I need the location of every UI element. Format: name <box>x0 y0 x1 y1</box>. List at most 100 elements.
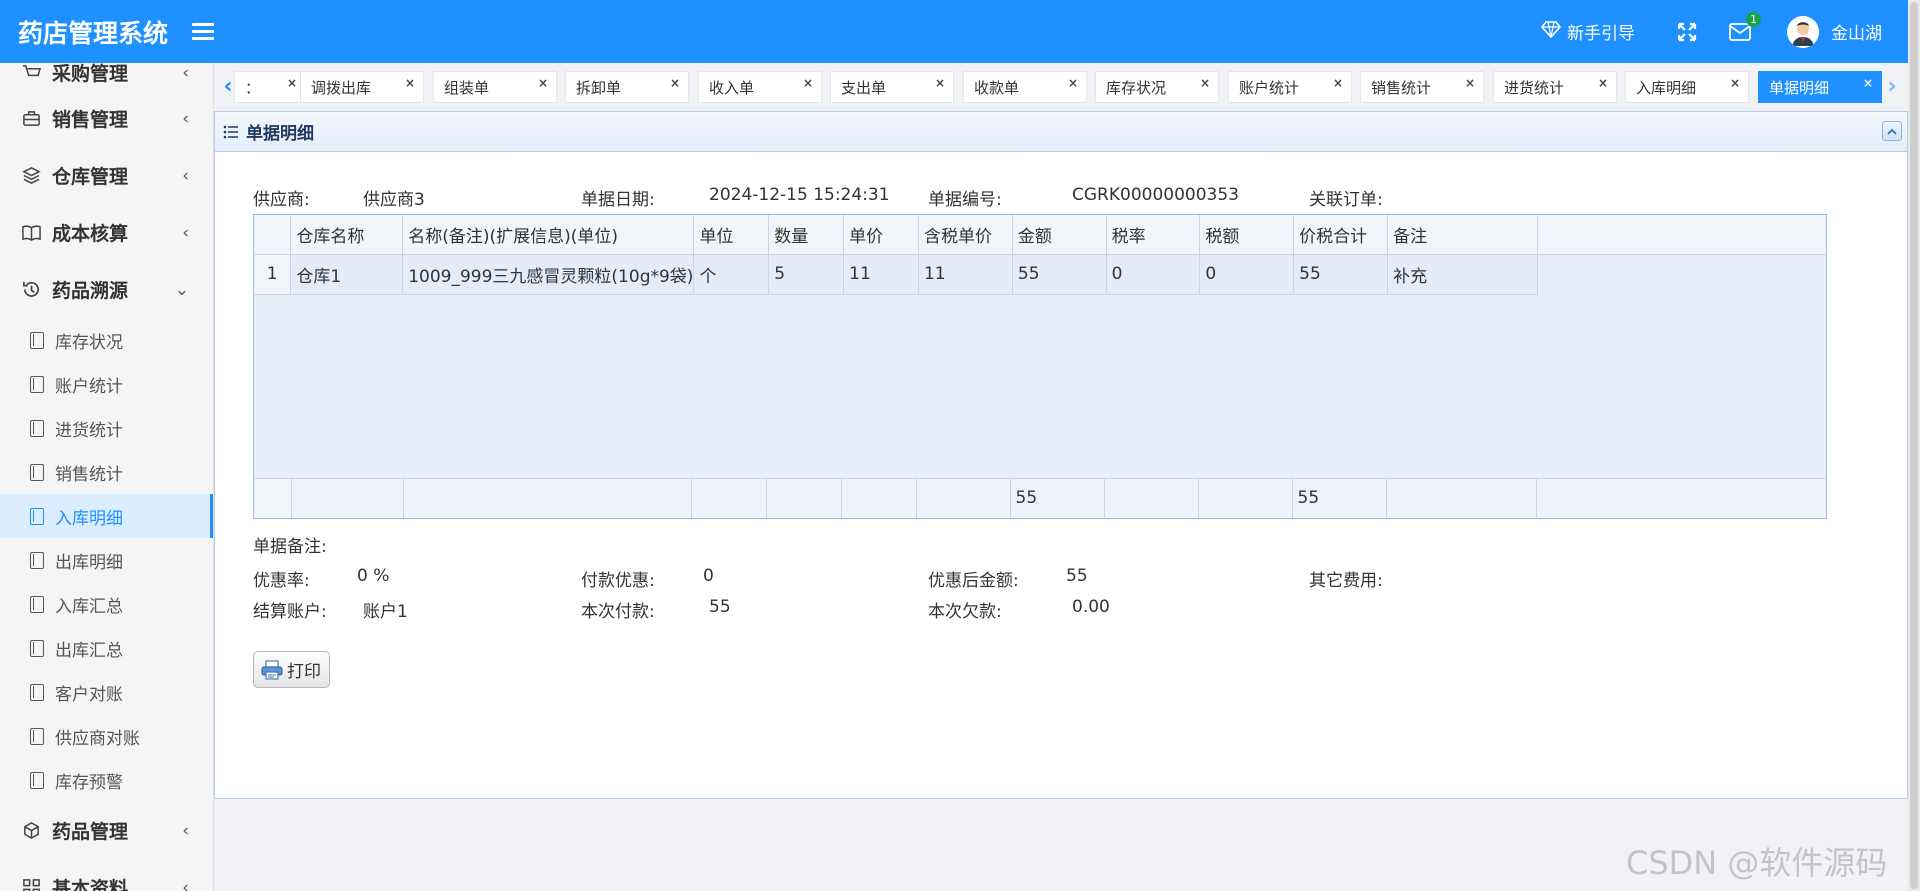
sidebar-item-supplier-reconcile[interactable]: 供应商对账 <box>0 714 213 758</box>
collapse-button[interactable] <box>1882 121 1902 141</box>
chevron-left-icon: ‹ <box>182 108 189 129</box>
close-icon[interactable]: × <box>1465 76 1475 90</box>
after-discount-label: 优惠后金额: <box>928 571 1019 591</box>
tab-account-stats[interactable]: 账户统计 × <box>1228 71 1352 103</box>
sidebar-item-stock-status[interactable]: 库存状况 <box>0 318 213 362</box>
cart-icon <box>20 63 42 82</box>
footer-cell <box>691 477 767 518</box>
diamond-icon <box>1540 19 1562 44</box>
mail-icon[interactable]: 1 <box>1729 11 1761 41</box>
tab-receipt[interactable]: 收款单 × <box>963 71 1087 103</box>
column-header[interactable]: 数量 <box>768 215 845 255</box>
tab-assembly[interactable]: 组装单 × <box>433 71 557 103</box>
chevron-left-icon: ‹ <box>182 877 189 891</box>
payment-discount-label: 付款优惠: <box>581 571 655 591</box>
close-icon[interactable]: × <box>405 76 415 90</box>
column-header[interactable]: 税额 <box>1199 215 1295 255</box>
tabs-next-icon[interactable]: › <box>1882 75 1902 99</box>
tab-bill-detail[interactable]: 单据明细 × <box>1758 71 1882 103</box>
sidebar-item-inbound-summary[interactable]: 入库汇总 <box>0 582 213 626</box>
sidebar-group-purchase[interactable]: 采购管理 ‹ <box>0 63 213 90</box>
close-icon[interactable]: × <box>670 76 680 90</box>
footer-cell <box>766 477 842 518</box>
tab-expense[interactable]: 支出单 × <box>830 71 954 103</box>
sidebar-group-trace[interactable]: 药品溯源 ⌄ <box>0 261 213 318</box>
sidebar-item-outbound-summary[interactable]: 出库汇总 <box>0 626 213 670</box>
document-icon <box>30 463 44 481</box>
tab-inbound-detail[interactable]: 入库明细 × <box>1625 71 1749 103</box>
sidebar-item-label: 库存状况 <box>55 332 123 353</box>
close-icon[interactable]: × <box>1598 76 1608 90</box>
close-icon[interactable]: × <box>1068 76 1078 90</box>
paid-label: 本次付款: <box>581 602 655 622</box>
sidebar-item-inbound-detail[interactable]: 入库明细 <box>0 494 213 538</box>
guide-button[interactable]: 新手引导 <box>1540 19 1635 44</box>
tab-truncated[interactable]: ： × <box>234 71 306 103</box>
page-scrollbar[interactable] <box>1908 0 1920 891</box>
table-cell: 55 <box>1293 254 1389 295</box>
close-icon[interactable]: × <box>287 76 297 90</box>
app-title: 药店管理系统 <box>18 18 169 48</box>
column-header[interactable]: 单价 <box>843 215 919 255</box>
table-cell: 55 <box>1012 254 1107 295</box>
close-icon[interactable]: × <box>803 76 813 90</box>
guide-label: 新手引导 <box>1567 24 1635 44</box>
sidebar-group-sales[interactable]: 销售管理 ‹ <box>0 90 213 147</box>
cube-icon <box>20 821 42 840</box>
sidebar-group-warehouse[interactable]: 仓库管理 ‹ <box>0 147 213 204</box>
remark-label: 单据备注: <box>253 537 327 557</box>
sidebar-group-label: 采购管理 <box>52 63 129 85</box>
column-header[interactable]: 仓库名称 <box>290 215 404 255</box>
briefcase-icon <box>20 109 42 128</box>
column-header[interactable]: 备注 <box>1387 215 1538 255</box>
payment-discount-value: 0 <box>703 566 714 586</box>
tab-label: 收款单 <box>974 78 1020 97</box>
tab-income[interactable]: 收入单 × <box>698 71 822 103</box>
menu-toggle-icon[interactable] <box>192 23 214 40</box>
close-icon[interactable]: × <box>1863 76 1873 90</box>
scrollbar-thumb[interactable] <box>1910 2 1918 889</box>
column-header[interactable]: 金额 <box>1012 215 1107 255</box>
sidebar-item-sales-stats[interactable]: 销售统计 <box>0 450 213 494</box>
sidebar-group-drugs[interactable]: 药品管理 ‹ <box>0 802 213 859</box>
close-icon[interactable]: × <box>538 76 548 90</box>
print-button[interactable]: 打印 <box>253 651 330 688</box>
tab-sales-stats[interactable]: 销售统计 × <box>1360 71 1484 103</box>
date-label: 单据日期: <box>581 190 655 210</box>
chevron-up-icon <box>1887 128 1897 135</box>
sidebar-item-customer-reconcile[interactable]: 客户对账 <box>0 670 213 714</box>
sidebar-group-basic[interactable]: 基本资料 ‹ <box>0 859 213 891</box>
history-icon <box>20 280 42 299</box>
sidebar-item-account-stats[interactable]: 账户统计 <box>0 362 213 406</box>
fullscreen-icon[interactable] <box>1677 22 1697 42</box>
footer-cell <box>841 477 917 518</box>
tab-label: 销售统计 <box>1371 78 1432 97</box>
tab-label: 进货统计 <box>1504 78 1565 97</box>
tab-transfer-out[interactable]: 调拨出库 × <box>300 71 424 103</box>
column-header[interactable]: 含税单价 <box>918 215 1013 255</box>
tab-disassembly[interactable]: 拆卸单 × <box>565 71 689 103</box>
close-icon[interactable]: × <box>1200 76 1210 90</box>
column-header[interactable]: 名称(备注)(扩展信息)(单位) <box>402 215 695 255</box>
column-header[interactable]: 税率 <box>1106 215 1201 255</box>
close-icon[interactable]: × <box>935 76 945 90</box>
bill-items-grid: 仓库名称 名称(备注)(扩展信息)(单位) 单位 数量 单价 含税单价 金额 税… <box>253 214 1827 519</box>
table-row[interactable]: 1 仓库1 1009_999三九感冒灵颗粒(10g*9袋) 个 5 11 11 … <box>254 254 1826 295</box>
sidebar-item-outbound-detail[interactable]: 出库明细 <box>0 538 213 582</box>
user-menu[interactable]: 金山湖 <box>1787 15 1882 48</box>
close-icon[interactable]: × <box>1333 76 1343 90</box>
column-header[interactable]: 价税合计 <box>1293 215 1389 255</box>
close-icon[interactable]: × <box>1730 76 1740 90</box>
sidebar-item-label: 入库汇总 <box>55 596 123 617</box>
footer-row: 55 55 <box>254 477 1826 518</box>
paid-value: 55 <box>709 597 731 617</box>
column-header[interactable]: 单位 <box>693 215 770 255</box>
sidebar-group-cost[interactable]: 成本核算 ‹ <box>0 204 213 261</box>
tab-purchase-stats[interactable]: 进货统计 × <box>1493 71 1617 103</box>
tab-stock-status[interactable]: 库存状况 × <box>1095 71 1219 103</box>
chevron-down-icon: ⌄ <box>174 279 189 300</box>
footer-cell <box>403 477 692 518</box>
sidebar-item-label: 销售统计 <box>55 464 123 485</box>
sidebar-item-stock-warning[interactable]: 库存预警 <box>0 758 213 802</box>
sidebar-item-purchase-stats[interactable]: 进货统计 <box>0 406 213 450</box>
